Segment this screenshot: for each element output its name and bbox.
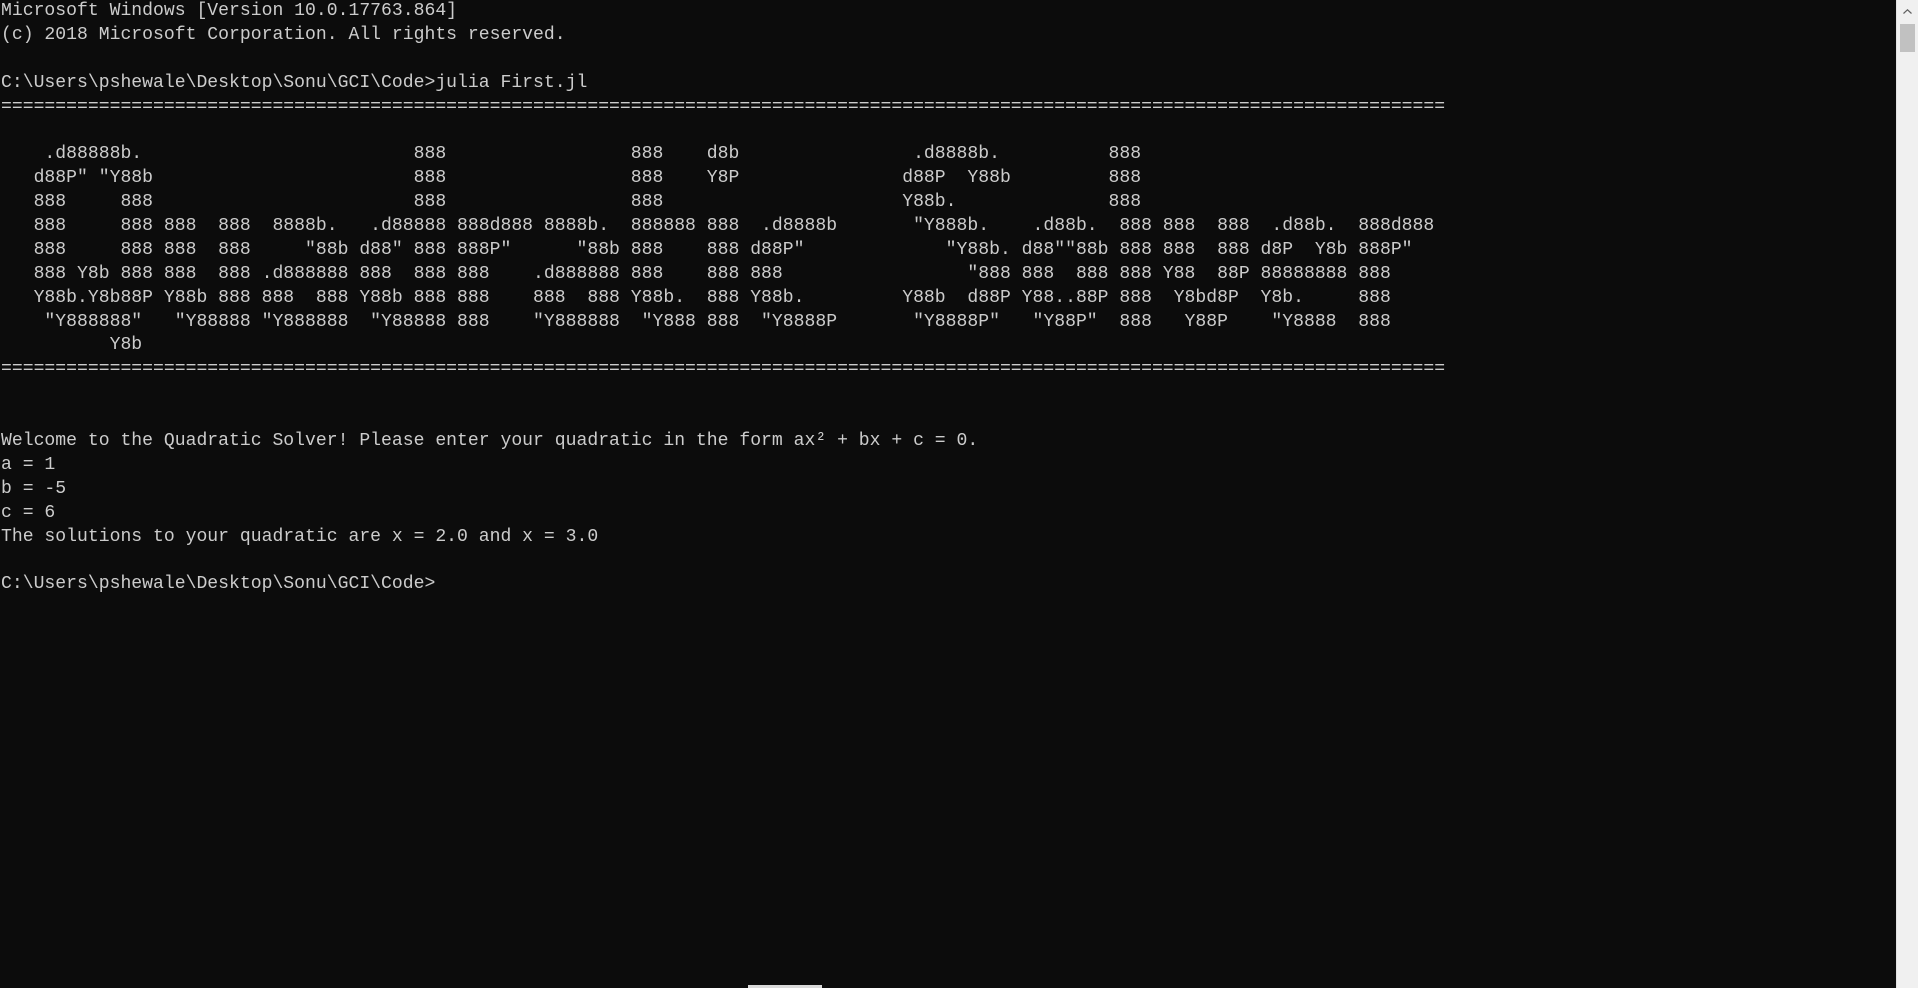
console-window[interactable]: Microsoft Windows [Version 10.0.17763.86… xyxy=(0,0,1896,988)
console-line: The solutions to your quadratic are x = … xyxy=(1,526,599,547)
console-line: c = 6 xyxy=(1,502,56,523)
console-line: C:\Users\pshewale\Desktop\Sonu\GCI\Code>… xyxy=(1,72,588,93)
console-output[interactable]: Microsoft Windows [Version 10.0.17763.86… xyxy=(0,0,1896,597)
console-line: ========================================… xyxy=(1,96,1446,117)
console-line: b = -5 xyxy=(1,478,67,499)
console-line: Microsoft Windows [Version 10.0.17763.86… xyxy=(1,1,458,21)
console-line: Y88b.Y8b88P Y88b 888 888 888 Y88b 888 88… xyxy=(1,287,1391,308)
console-line: a = 1 xyxy=(1,454,56,475)
console-line: (c) 2018 Microsoft Corporation. All righ… xyxy=(1,24,566,45)
vertical-scrollbar[interactable] xyxy=(1896,0,1918,988)
chevron-up-icon xyxy=(1903,8,1912,14)
console-line: 888 888 888 888 "88b d88" 888 888P" "88b… xyxy=(1,239,1413,260)
console-line: 888 Y8b 888 888 888 .d888888 888 888 888… xyxy=(1,263,1391,284)
console-line: 888 888 888 888 8888b. .d88888 888d888 8… xyxy=(1,216,1435,237)
console-line: Y8b xyxy=(1,335,143,356)
console-line: d88P" "Y88b 888 888 Y8P d88P Y88b 888 xyxy=(1,168,1142,189)
scroll-up-button[interactable] xyxy=(1897,0,1918,22)
console-line: Welcome to the Quadratic Solver! Please … xyxy=(1,431,979,452)
console-line: "Y888888" "Y88888 "Y888888 "Y88888 888 "… xyxy=(1,311,1391,332)
console-line: 888 888 888 888 Y88b. 888 xyxy=(1,192,1142,213)
scrollbar-thumb[interactable] xyxy=(1900,24,1915,52)
console-line: .d88888b. 888 888 d8b .d8888b. 888 xyxy=(1,144,1142,165)
console-line: ========================================… xyxy=(1,359,1446,380)
console-line: C:\Users\pshewale\Desktop\Sonu\GCI\Code> xyxy=(1,574,436,595)
